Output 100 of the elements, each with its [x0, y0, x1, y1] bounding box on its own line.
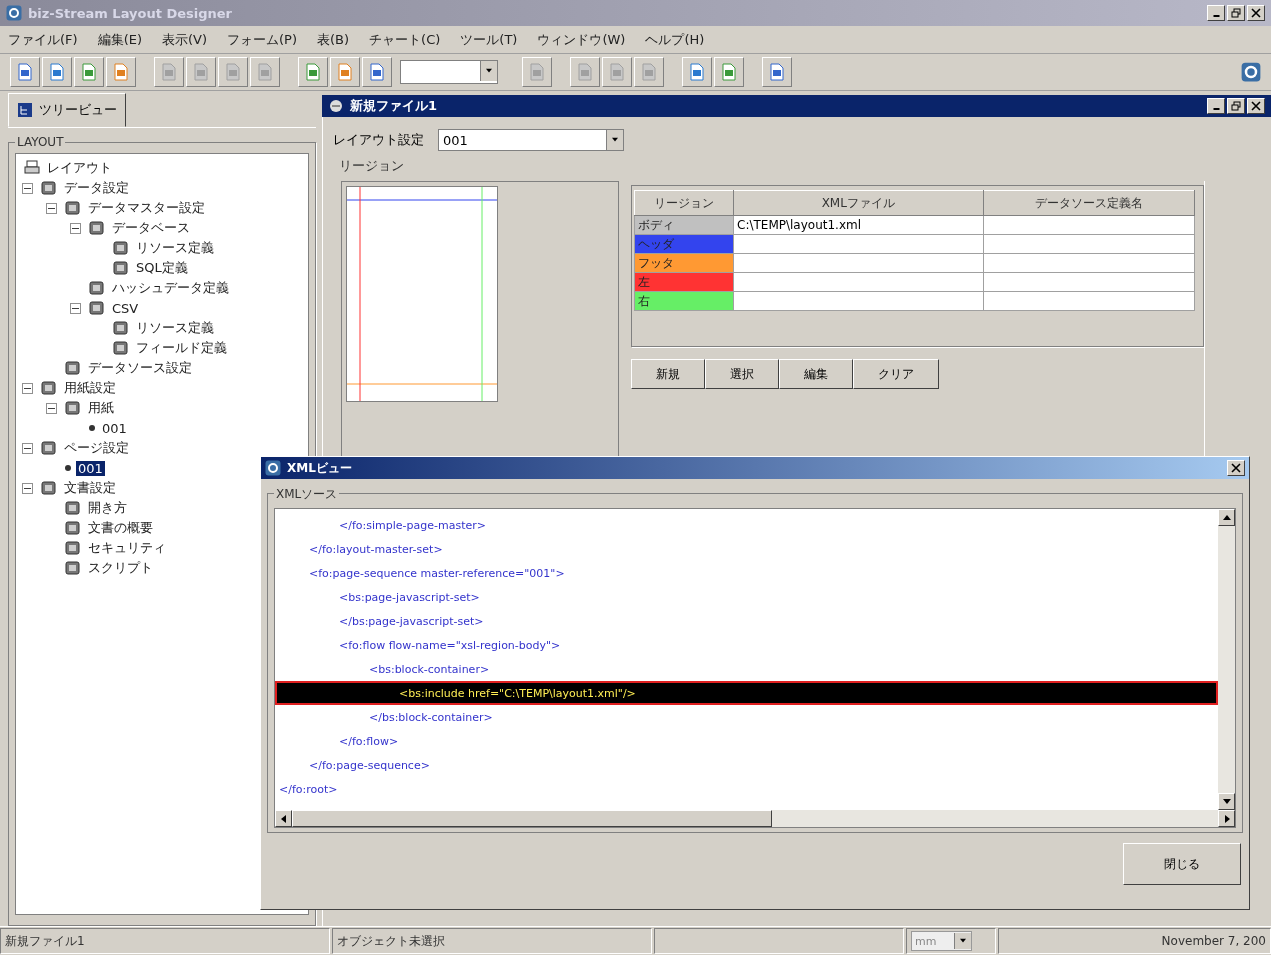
tree-icon — [17, 102, 33, 118]
window-title: biz-Stream Layout Designer — [28, 5, 234, 21]
toolbar-button[interactable] — [682, 57, 712, 87]
menu-item[interactable]: 編集(E) — [97, 30, 142, 49]
table-cell: C:\TEMP\layout1.xml — [733, 215, 984, 235]
printer-icon — [24, 160, 40, 176]
restore-button[interactable] — [1227, 5, 1245, 21]
menu-item[interactable]: ウィンドウ(W) — [537, 30, 626, 49]
menu-item[interactable]: ヘルプ(H) — [645, 30, 705, 49]
toolbar-button[interactable] — [10, 57, 40, 87]
collapse-icon[interactable] — [70, 222, 81, 234]
menu-item[interactable]: ファイル(F) — [8, 30, 78, 49]
toolbar-button[interactable] — [106, 57, 136, 87]
minimize-button[interactable] — [1207, 98, 1225, 114]
node-icon — [41, 180, 57, 196]
tree-item[interactable]: 用紙設定 — [39, 379, 120, 397]
tree-item[interactable]: フィールド定義 — [111, 339, 231, 357]
tree-item[interactable]: レイアウト — [22, 159, 116, 177]
code-line[interactable]: <bs:page-javascript-set> — [275, 585, 1218, 609]
collapse-icon[interactable] — [22, 382, 33, 394]
tree-view-tab[interactable]: ツリービュー — [8, 93, 126, 127]
tree-item[interactable]: スクリプト — [63, 559, 157, 577]
toolbar-button[interactable] — [42, 57, 72, 87]
menu-item[interactable]: ツール(T) — [460, 30, 518, 49]
tree-item[interactable]: リソース定義 — [111, 319, 218, 337]
tree-item[interactable]: 文書設定 — [39, 479, 120, 497]
tree-item[interactable]: ページ設定 — [39, 439, 133, 457]
code-line[interactable]: </bs:page-javascript-set> — [275, 609, 1218, 633]
tree-item[interactable]: CSV — [87, 300, 143, 316]
layout-dropdown[interactable]: 001 — [438, 129, 624, 151]
node-icon — [89, 280, 105, 296]
tree-item[interactable]: データベース — [87, 219, 194, 237]
app-icon — [265, 460, 281, 476]
toolbar-dropdown[interactable] — [400, 60, 498, 84]
vertical-scrollbar[interactable] — [1218, 509, 1235, 810]
code-line[interactable]: </fo:simple-page-master> — [275, 513, 1218, 537]
close-button[interactable] — [1227, 460, 1245, 476]
column-header[interactable]: XMLファイル — [733, 190, 984, 216]
tree-item[interactable]: SQL定義 — [111, 259, 192, 277]
collapse-icon[interactable] — [70, 302, 81, 314]
node-icon — [113, 240, 129, 256]
collapse-icon[interactable] — [22, 442, 33, 454]
menu-item[interactable]: 表(B) — [317, 30, 350, 49]
status-selection: オブジェクト未選択 — [332, 928, 652, 954]
toolbar-button[interactable] — [762, 57, 792, 87]
tree-item[interactable]: 001 — [87, 420, 131, 436]
node-icon — [113, 320, 129, 336]
tree-item[interactable]: セキュリティ — [63, 539, 170, 557]
minimize-icon — [1212, 108, 1220, 110]
node-icon — [113, 260, 129, 276]
menu-item[interactable]: 表示(V) — [162, 30, 208, 49]
code-line[interactable]: <fo:page-sequence master-reference="001"> — [275, 561, 1218, 585]
code-line[interactable]: </bs:block-container> — [275, 705, 1218, 729]
menu-item[interactable]: フォーム(P) — [227, 30, 297, 49]
collapse-icon[interactable] — [46, 402, 57, 414]
horizontal-scrollbar[interactable] — [275, 810, 1235, 827]
collapse-icon[interactable] — [22, 182, 33, 194]
tree-item[interactable]: リソース定義 — [111, 239, 218, 257]
tree-item[interactable]: 用紙 — [63, 399, 118, 417]
column-header[interactable]: データソース定義名 — [983, 190, 1195, 216]
toolbar-button[interactable] — [714, 57, 744, 87]
code-line[interactable]: </fo:page-sequence> — [275, 753, 1218, 777]
restore-icon — [1231, 101, 1241, 111]
action-button[interactable]: 選択 — [705, 359, 779, 389]
tree-item[interactable]: ハッシュデータ定義 — [87, 279, 233, 297]
close-button[interactable]: 閉じる — [1123, 843, 1241, 885]
code-line[interactable]: </fo:flow> — [275, 729, 1218, 753]
node-icon — [89, 220, 105, 236]
tree-item[interactable]: 文書の概要 — [63, 519, 157, 537]
tree-item[interactable]: データソース設定 — [63, 359, 196, 377]
status-file: 新規ファイル1 — [0, 928, 330, 954]
tree-item[interactable]: データ設定 — [39, 179, 133, 197]
group-label: LAYOUT — [15, 135, 66, 149]
document-title: 新規ファイル1 — [350, 97, 439, 115]
action-button[interactable]: クリア — [853, 359, 939, 389]
code-line[interactable]: </fo:layout-master-set> — [275, 537, 1218, 561]
collapse-icon[interactable] — [22, 482, 33, 494]
minimize-button[interactable] — [1207, 5, 1225, 21]
column-header[interactable]: リージョン — [634, 190, 734, 216]
node-icon — [65, 360, 81, 376]
tree-item[interactable]: データマスター設定 — [63, 199, 209, 217]
close-icon — [1251, 8, 1261, 18]
toolbar-button[interactable] — [330, 57, 360, 87]
menu-item[interactable]: チャート(C) — [369, 30, 441, 49]
toolbar-button[interactable] — [362, 57, 392, 87]
restore-button[interactable] — [1227, 98, 1245, 114]
toolbar-button[interactable] — [74, 57, 104, 87]
close-button[interactable] — [1247, 5, 1265, 21]
code-line[interactable]: <fo:flow flow-name="xsl-region-body"> — [275, 633, 1218, 657]
toolbar-button[interactable] — [298, 57, 328, 87]
arrow-icon — [485, 68, 493, 74]
action-button[interactable]: 編集 — [779, 359, 853, 389]
action-button[interactable]: 新規 — [631, 359, 705, 389]
code-line[interactable]: </fo:root> — [275, 777, 1218, 801]
close-button[interactable] — [1247, 98, 1265, 114]
code-line[interactable]: <bs:block-container> — [275, 657, 1218, 681]
tree-item[interactable]: 開き方 — [63, 499, 131, 517]
arrow-icon — [611, 137, 619, 143]
collapse-icon[interactable] — [46, 202, 57, 214]
node-icon — [65, 520, 81, 536]
